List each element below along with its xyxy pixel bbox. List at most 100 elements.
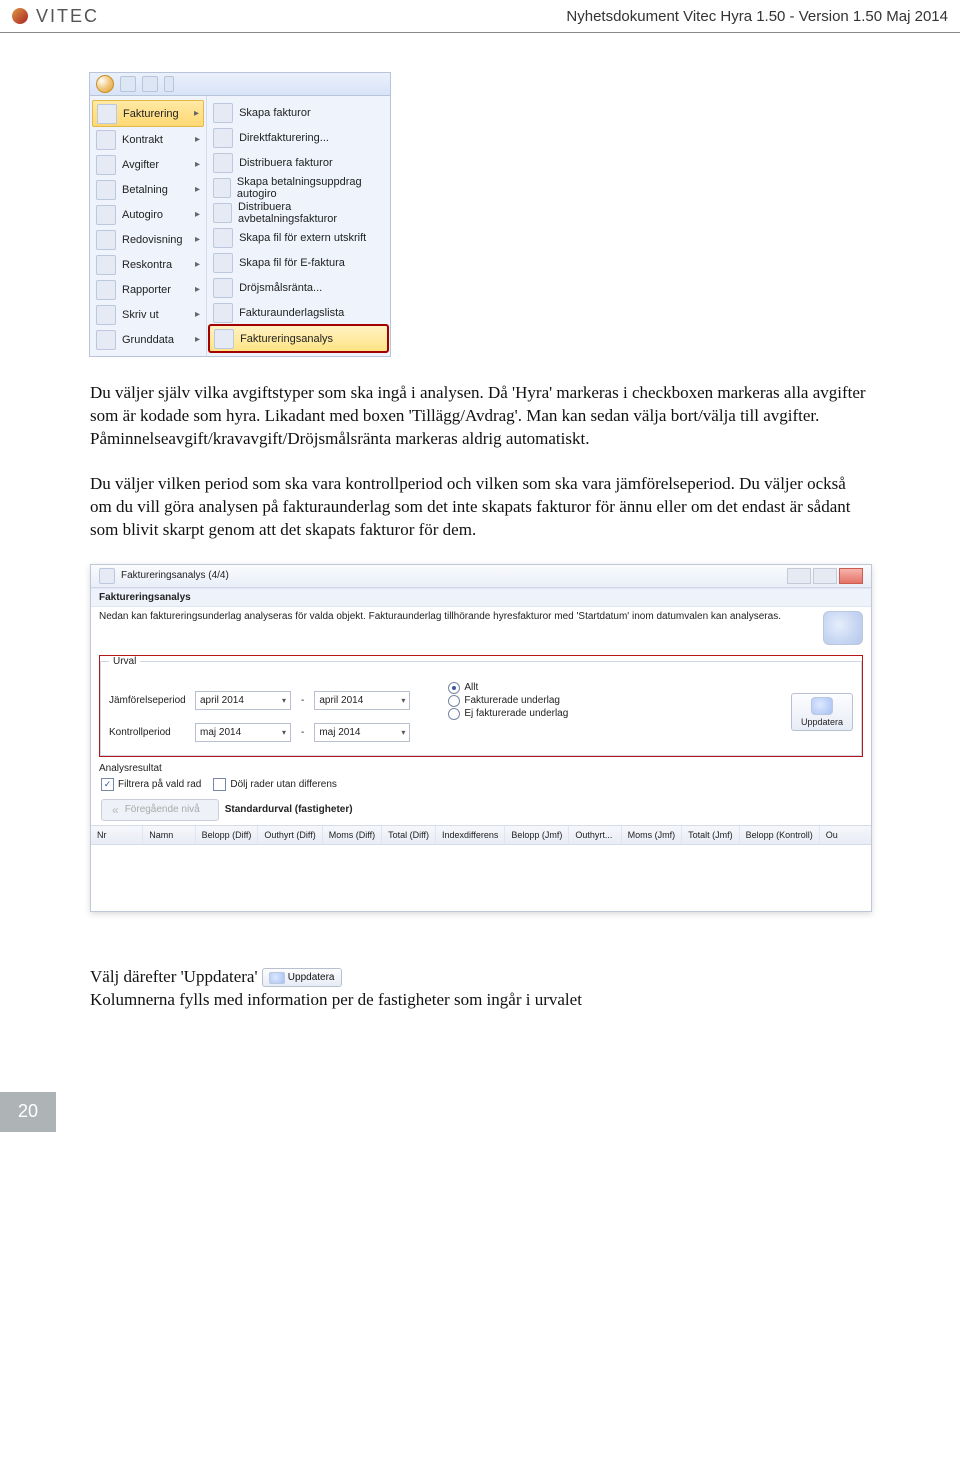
- menu-item-grunddata[interactable]: Grunddata▸: [92, 327, 204, 352]
- column-header[interactable]: Indexdifferens: [436, 826, 505, 844]
- section-header: Faktureringsanalys: [91, 588, 871, 607]
- analysresultat-label: Analysresultat: [91, 761, 871, 774]
- chevron-right-icon: ▸: [195, 159, 200, 170]
- column-header[interactable]: Moms (Diff): [323, 826, 382, 844]
- submenu-item[interactable]: Faktureringsanalys: [209, 325, 388, 352]
- submenu-item[interactable]: Distribuera avbetalningsfakturor: [209, 200, 388, 225]
- column-header[interactable]: Belopp (Diff): [196, 826, 259, 844]
- menu-item-kontrakt[interactable]: Kontrakt▸: [92, 127, 204, 152]
- ktr-from-dropdown[interactable]: maj 2014▾: [195, 723, 291, 742]
- column-header[interactable]: Nr: [91, 826, 143, 844]
- menu-icon: [96, 305, 116, 325]
- close-button[interactable]: [839, 568, 863, 584]
- menu-item-skriv-ut[interactable]: Skriv ut▸: [92, 302, 204, 327]
- help-icon: [823, 611, 863, 645]
- chevron-right-icon: ▸: [195, 209, 200, 220]
- menu-icon: [213, 103, 233, 123]
- submenu-item[interactable]: Skapa fil för extern utskrift: [209, 225, 388, 250]
- maximize-button[interactable]: [813, 568, 837, 584]
- menu-icon: [213, 278, 233, 298]
- column-header[interactable]: Outhyrt...: [569, 826, 621, 844]
- foregaende-niva-button[interactable]: «Föregående nivå: [101, 799, 219, 821]
- app-orb-icon[interactable]: [96, 75, 114, 93]
- column-header[interactable]: Namn: [143, 826, 195, 844]
- chevron-right-icon: ▸: [194, 108, 199, 119]
- paragraph: Du väljer vilken period som ska vara kon…: [90, 473, 870, 542]
- chevron-right-icon: ▸: [195, 234, 200, 245]
- column-header[interactable]: Belopp (Jmf): [505, 826, 569, 844]
- toolbar-icon[interactable]: [120, 76, 136, 92]
- screenshot-menu: Fakturering▸Kontrakt▸Avgifter▸Betalning▸…: [90, 73, 390, 356]
- menu-item-reskontra[interactable]: Reskontra▸: [92, 252, 204, 277]
- submenu-item[interactable]: Fakturaunderlagslista: [209, 300, 388, 325]
- dialog-icon: [99, 568, 115, 584]
- menu-item-betalning[interactable]: Betalning▸: [92, 177, 204, 202]
- menu-item-rapporter[interactable]: Rapporter▸: [92, 277, 204, 302]
- radio-ej-fakturerade[interactable]: [448, 708, 460, 720]
- page-number: 20: [0, 1092, 56, 1132]
- column-header[interactable]: Ou: [820, 826, 871, 844]
- submenu-item[interactable]: Dröjsmålsränta...: [209, 275, 388, 300]
- screenshot-dialog: Faktureringsanalys (4/4) Faktureringsana…: [90, 564, 872, 912]
- uppdatera-inline-button: Uppdatera: [262, 968, 342, 987]
- menu-item-avgifter[interactable]: Avgifter▸: [92, 152, 204, 177]
- submenu-item[interactable]: Skapa fakturor: [209, 100, 388, 125]
- menu-icon: [213, 303, 233, 323]
- menu-icon: [96, 280, 116, 300]
- column-header[interactable]: Outhyrt (Diff): [258, 826, 322, 844]
- menu-item-autogiro[interactable]: Autogiro▸: [92, 202, 204, 227]
- help-text: Nedan kan faktureringsunderlag analysera…: [99, 611, 781, 622]
- submenu-item[interactable]: Direktfakturering...: [209, 125, 388, 150]
- submenu-item[interactable]: Skapa betalningsuppdrag autogiro: [209, 175, 388, 200]
- jfr-from-dropdown[interactable]: april 2014▾: [195, 691, 291, 710]
- column-header[interactable]: Moms (Jmf): [622, 826, 683, 844]
- menu-icon: [213, 253, 233, 273]
- vitec-logo-icon: [12, 8, 28, 24]
- toolbar-icon[interactable]: [142, 76, 158, 92]
- column-header[interactable]: Belopp (Kontroll): [740, 826, 820, 844]
- radio-fakturerade[interactable]: [448, 695, 460, 707]
- menu-item-fakturering[interactable]: Fakturering▸: [92, 100, 204, 127]
- grid-body: [91, 845, 871, 911]
- menu-icon: [96, 130, 116, 150]
- menu-item-redovisning[interactable]: Redovisning▸: [92, 227, 204, 252]
- doc-title: Nyhetsdokument Vitec Hyra 1.50 - Version…: [566, 8, 948, 25]
- paragraph: Välj därefter 'Uppdatera' Uppdatera Kolu…: [90, 966, 870, 1012]
- menu-icon: [213, 128, 233, 148]
- menu-icon: [96, 155, 116, 175]
- filtrera-checkbox[interactable]: ✓: [101, 778, 114, 791]
- refresh-icon: [269, 972, 285, 984]
- menu-icon: [213, 228, 233, 248]
- menu-icon: [96, 205, 116, 225]
- menu-icon: [213, 203, 232, 223]
- jfr-to-dropdown[interactable]: april 2014▾: [314, 691, 410, 710]
- toolbar-dropdown-icon[interactable]: [164, 76, 174, 92]
- chevron-right-icon: ▸: [195, 259, 200, 270]
- menu-icon: [213, 153, 233, 173]
- column-header[interactable]: Total (Diff): [382, 826, 436, 844]
- radio-allt[interactable]: [448, 682, 460, 694]
- chevron-right-icon: ▸: [195, 184, 200, 195]
- uppdatera-button[interactable]: Uppdatera: [791, 693, 853, 731]
- chevron-right-icon: ▸: [195, 284, 200, 295]
- ktr-label: Kontrollperiod: [109, 727, 187, 738]
- jfr-label: Jämförelseperiod: [109, 695, 187, 706]
- menu-icon: [96, 230, 116, 250]
- menu-icon: [214, 329, 234, 349]
- menu-icon: [97, 104, 117, 124]
- submenu-item[interactable]: Skapa fil för E-faktura: [209, 250, 388, 275]
- column-header[interactable]: Totalt (Jmf): [682, 826, 740, 844]
- minimize-button[interactable]: [787, 568, 811, 584]
- submenu-item[interactable]: Distribuera fakturor: [209, 150, 388, 175]
- ktr-to-dropdown[interactable]: maj 2014▾: [314, 723, 410, 742]
- menu-icon: [213, 178, 231, 198]
- chevron-right-icon: ▸: [195, 309, 200, 320]
- fieldset-urval-label: Urval: [109, 656, 140, 667]
- chevron-right-icon: ▸: [195, 134, 200, 145]
- menu-icon: [96, 180, 116, 200]
- dolj-checkbox[interactable]: [213, 778, 226, 791]
- chevron-right-icon: ▸: [195, 334, 200, 345]
- refresh-icon: [811, 697, 833, 715]
- standardurval-label: Standardurval (fastigheter): [225, 804, 353, 815]
- menu-icon: [96, 255, 116, 275]
